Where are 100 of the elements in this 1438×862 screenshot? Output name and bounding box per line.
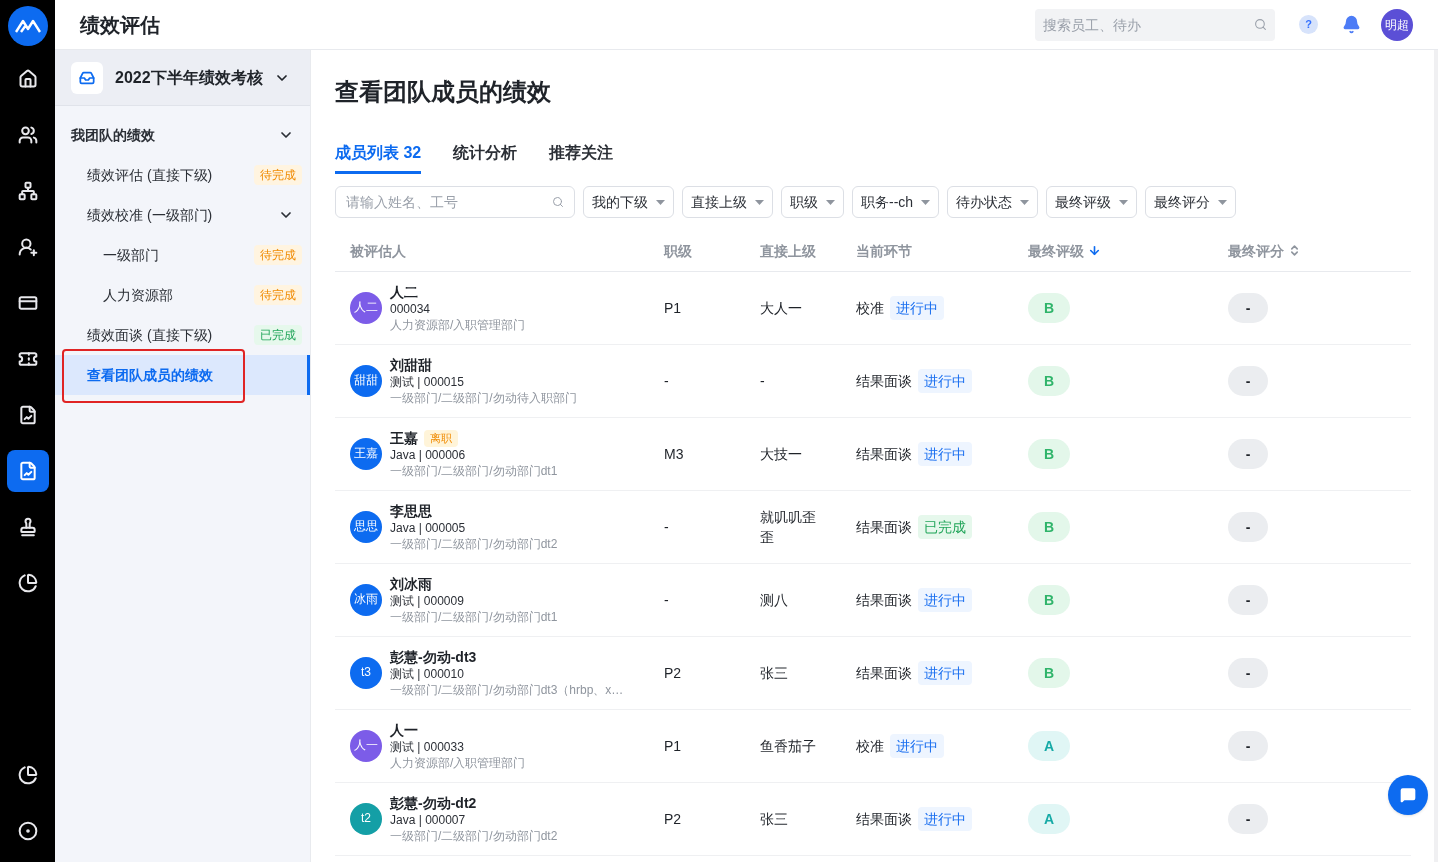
filter-dropdown[interactable]: 最终评级 — [1046, 186, 1138, 218]
caret-icon — [1218, 199, 1228, 205]
status-badge: 进行中 — [918, 588, 972, 612]
score-badge: - — [1228, 439, 1268, 469]
employee-name: 彭慧-勿动-dt3 — [390, 648, 477, 666]
sort-descending-icon[interactable] — [1088, 244, 1101, 257]
employee-id: Java | 000006 — [390, 446, 467, 463]
stamp-icon — [17, 517, 38, 537]
stage-label: 结果面谈 — [856, 372, 912, 391]
pie-chart-icon — [17, 765, 38, 785]
status-badge: 进行中 — [890, 734, 944, 758]
table-cell-text: M3 — [664, 445, 685, 464]
table-cell-text: - — [760, 372, 766, 391]
employee-id: Java | 000005 — [390, 519, 467, 536]
status-badge: 待完成 — [254, 245, 302, 265]
sort-icon[interactable] — [1288, 244, 1301, 257]
caret-icon — [1119, 199, 1129, 205]
sidebar-group[interactable]: 我团队的绩效 — [55, 115, 310, 155]
sidebar-item[interactable]: 一级部门 待完成 — [55, 235, 310, 275]
employee-id: 测试 | 000010 — [390, 665, 465, 682]
table-cell-text: P2 — [664, 664, 683, 683]
filter-dropdown[interactable]: 职务--ch — [852, 186, 940, 218]
cycle-selector[interactable]: 2022下半年绩效考核 — [55, 50, 310, 106]
ticket-icon — [17, 349, 38, 369]
filter-dropdown[interactable]: 我的下级 — [583, 186, 674, 218]
status-badge: 已完成 — [918, 515, 972, 539]
department-path: 一级部门/二级部门/勿动部门dt2 — [390, 827, 558, 844]
stage-label: 结果面谈 — [856, 664, 912, 683]
employee-id: 测试 | 000009 — [390, 592, 465, 609]
stage-label: 结果面谈 — [856, 445, 912, 464]
status-badge: 待完成 — [254, 165, 302, 185]
department-path: 一级部门/二级部门/勿动部门dt2 — [390, 535, 558, 552]
status-badge: 进行中 — [918, 442, 972, 466]
department-path: 一级部门/二级部门/勿动待入职部门 — [390, 389, 577, 406]
search-icon — [1254, 18, 1267, 31]
grade-badge: B — [1028, 366, 1070, 396]
avatar: 冰雨 — [350, 584, 382, 616]
pie-chart-icon — [17, 573, 38, 593]
filter-dropdown[interactable]: 最终评分 — [1145, 186, 1237, 218]
avatar: 人二 — [350, 292, 382, 324]
filter-dropdown[interactable]: 职级 — [781, 186, 844, 218]
score-badge: - — [1228, 658, 1268, 688]
floating-action-button[interactable] — [1388, 775, 1428, 815]
table-cell-text: - — [664, 591, 670, 610]
caret-icon — [826, 199, 835, 205]
grade-badge: B — [1028, 585, 1070, 615]
table-cell-text: - — [664, 372, 670, 391]
table-cell-text: 鱼香茄子 — [760, 737, 817, 756]
sidebar-item[interactable]: 绩效面谈 (直接下级) 已完成 — [55, 315, 310, 355]
status-badge: 待完成 — [254, 285, 302, 305]
page-title: 查看团队成员的绩效 — [335, 77, 552, 107]
home-icon — [17, 69, 38, 89]
caret-icon — [656, 199, 665, 205]
tab[interactable]: 推荐关注 — [549, 141, 614, 174]
employee-id: Java | 000007 — [390, 811, 467, 828]
filter-dropdown[interactable]: 待办状态 — [947, 186, 1039, 218]
employee-name: 人二 — [390, 283, 418, 301]
employee-id: 测试 | 000033 — [390, 738, 465, 755]
status-badge: 已完成 — [254, 325, 302, 345]
department-path: 人力资源部/入职管理部门 — [390, 754, 526, 771]
report-icon — [17, 405, 38, 425]
avatar: t3 — [350, 657, 382, 689]
logo-icon — [7, 6, 48, 46]
employee-name: 人一 — [390, 721, 418, 739]
avatar: 人一 — [350, 730, 382, 762]
filter-dropdown[interactable]: 直接上级 — [682, 186, 773, 218]
department-path: 一级部门/二级部门/勿动部门dt1 — [390, 462, 558, 479]
tab[interactable]: 统计分析 — [453, 141, 518, 174]
grade-badge: A — [1028, 731, 1070, 761]
caret-icon — [1020, 199, 1030, 205]
card-icon — [17, 293, 38, 313]
avatar: 王嘉 — [350, 438, 382, 470]
caret-icon — [755, 199, 764, 205]
add-user-icon — [17, 237, 38, 257]
avatar: t2 — [350, 803, 382, 835]
grade-badge: B — [1028, 658, 1070, 688]
employee-id: 测试 | 000015 — [390, 373, 465, 390]
sidebar-item[interactable]: 人力资源部 待完成 — [55, 275, 310, 315]
rail-button[interactable] — [6, 450, 49, 492]
score-badge: - — [1228, 366, 1268, 396]
score-badge: - — [1228, 585, 1268, 615]
resigned-tag: 离职 — [424, 429, 458, 447]
users-icon — [17, 125, 38, 145]
sidebar-item[interactable]: 绩效评估 (直接下级) 待完成 — [55, 155, 310, 195]
bell-icon[interactable] — [1342, 15, 1361, 34]
search-icon — [552, 196, 564, 208]
sidebar-item[interactable]: 绩效校准 (一级部门) — [55, 195, 310, 235]
sidebar-item[interactable]: 查看团队成员的绩效 — [55, 355, 310, 395]
stage-label: 结果面谈 — [856, 591, 912, 610]
stage-label: 结果面谈 — [856, 518, 912, 537]
department-path: 人力资源部/入职管理部门 — [390, 316, 526, 333]
tab[interactable]: 成员列表 32 — [335, 141, 422, 174]
grade-badge: B — [1028, 439, 1070, 469]
score-badge: - — [1228, 293, 1268, 323]
user-avatar[interactable]: 明超 — [1381, 8, 1413, 41]
table-cell-text: - — [664, 518, 670, 537]
table-cell-text: 就叽叽歪歪 — [760, 508, 817, 547]
status-badge: 进行中 — [918, 369, 972, 393]
score-badge: - — [1228, 804, 1268, 834]
org-chart-icon — [17, 181, 38, 201]
